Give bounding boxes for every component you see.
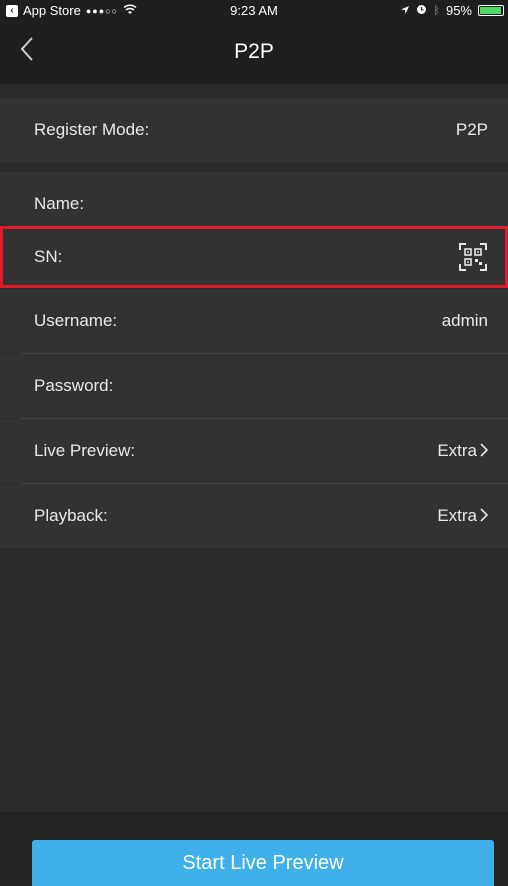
username-field[interactable]: admin [442,311,488,331]
alarm-icon [416,3,427,18]
playback-stream: Extra [437,506,477,525]
playback-label: Playback: [34,506,108,525]
sn-row[interactable]: SN: [0,226,508,288]
name-label: Name: [34,194,85,213]
register-mode-label: Register Mode: [34,120,150,139]
location-icon [400,3,410,18]
sn-value[interactable] [458,242,488,272]
register-mode-value: P2P [455,120,488,139]
battery-fill [480,7,501,14]
qr-code-icon[interactable] [458,242,488,272]
live-preview-stream: Extra [437,441,477,460]
password-label: Password: [34,376,114,395]
bluetooth-icon: ᛒ [433,4,440,17]
playback-value: Extra [437,506,489,526]
bottom-area: Start Live Preview [0,812,508,886]
status-bar: ‹ App Store ●●●○○ 9:23 AM ᛒ 95% [0,0,508,22]
chevron-right-icon [480,506,489,526]
register-mode-row[interactable]: Register Mode: P2P [0,98,508,162]
live-preview-value: Extra [437,441,489,461]
playback-row[interactable]: Playback: Extra [0,484,508,548]
live-preview-row[interactable]: Live Preview: Extra [0,419,508,483]
password-row[interactable]: Password: [0,354,508,418]
status-right: ᛒ 95% [400,3,504,18]
live-preview-label: Live Preview: [34,441,136,460]
chevron-right-icon [480,441,489,461]
battery-percent: 95% [445,3,472,18]
username-row[interactable]: Username: admin [0,289,508,353]
page-title: P2P [234,40,274,63]
sn-label: SN: [34,247,63,266]
username-label: Username: [34,311,118,330]
start-live-preview-button[interactable]: Start Live Preview [32,840,494,886]
battery-icon [478,5,504,16]
nav-bar: P2P [0,22,508,84]
